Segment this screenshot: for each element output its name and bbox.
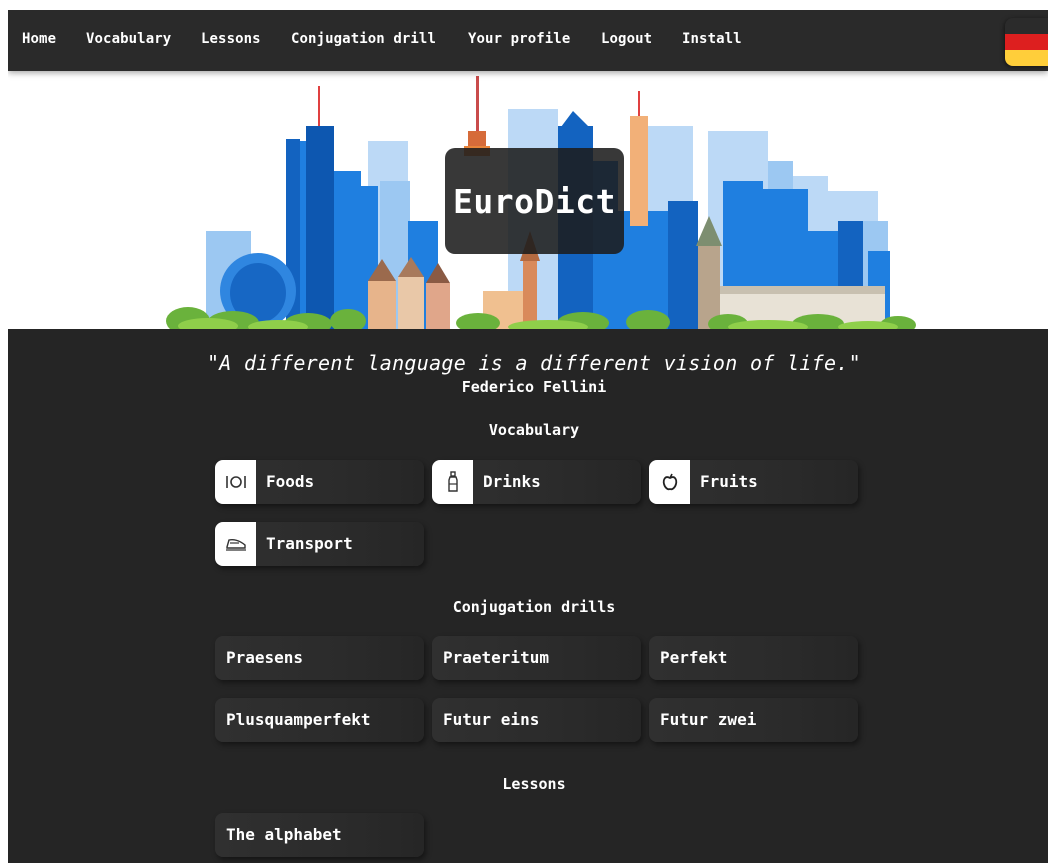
nav-lessons-link[interactable]: Lessons [201,31,261,47]
flag-stripe-black [1005,18,1048,34]
conjugation-card-perfekt[interactable]: Perfekt [649,636,858,680]
app-window: Home Vocabulary Lessons Conjugation dril… [8,10,1048,863]
conjugation-card-plusquamperfekt[interactable]: Plusquamperfekt [215,698,424,742]
vocab-card-label: Fruits [700,472,758,491]
conjugation-card-futur-eins[interactable]: Futur eins [432,698,641,742]
nav-install-link[interactable]: Install [682,31,742,47]
flag-stripe-gold [1005,50,1048,66]
conjugation-card-label: Futur zwei [660,710,757,729]
conjugation-card-label: Praeteritum [443,648,549,667]
language-flag-button[interactable] [1005,18,1048,66]
nav-logout-link[interactable]: Logout [601,31,652,47]
nav-home-link[interactable]: Home [22,31,56,47]
hero-banner: EuroDict [8,71,1048,329]
conjugation-card-praeteritum[interactable]: Praeteritum [432,636,641,680]
site-title: EuroDict [445,148,624,254]
vocab-card-label: Transport [266,534,353,553]
vocab-card-fruits[interactable]: Fruits [649,460,858,504]
conjugation-card-futur-zwei[interactable]: Futur zwei [649,698,858,742]
conjugation-card-label: Plusquamperfekt [226,710,371,729]
conjugation-section-title: Conjugation drills [452,598,616,616]
flag-stripe-red [1005,34,1048,50]
vocab-card-foods[interactable]: Foods [215,460,424,504]
conjugation-card-label: Perfekt [660,648,728,667]
apple-icon [649,460,690,504]
top-navigation-bar: Home Vocabulary Lessons Conjugation dril… [8,10,1048,71]
lessons-section-title: Lessons [502,775,566,793]
quote-author: Federico Fellini [461,378,607,396]
quote-text: "A different language is a different vis… [206,351,862,375]
conjugation-card-label: Praesens [226,648,304,667]
nav-your-profile-link[interactable]: Your profile [468,31,570,47]
train-icon [215,522,256,566]
vocab-card-transport[interactable]: Transport [215,522,424,566]
cutlery-icon [215,460,256,504]
main-content: "A different language is a different vis… [8,329,1048,863]
bottle-icon [432,460,473,504]
vocab-card-drinks[interactable]: Drinks [432,460,641,504]
lesson-card-label: The alphabet [226,825,342,844]
vocab-card-label: Drinks [483,472,541,491]
vocabulary-section-title: Vocabulary [488,421,580,439]
conjugation-card-label: Futur eins [443,710,540,729]
nav-vocabulary-link[interactable]: Vocabulary [86,31,171,47]
lesson-card-the-alphabet[interactable]: The alphabet [215,813,424,857]
conjugation-card-praesens[interactable]: Praesens [215,636,424,680]
nav-conjugation-drill-link[interactable]: Conjugation drill [291,31,436,47]
vocab-card-label: Foods [266,472,315,491]
